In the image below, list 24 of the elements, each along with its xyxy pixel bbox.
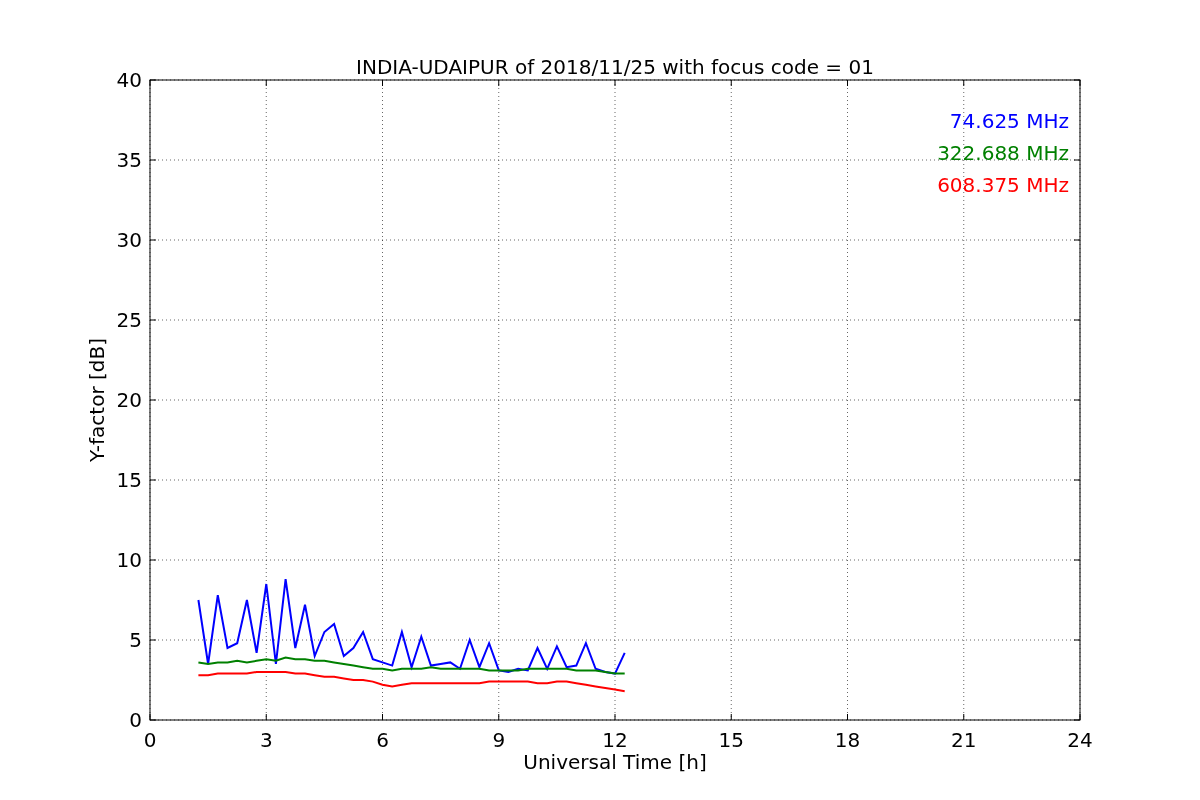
tick-label: 24 (1067, 728, 1093, 752)
legend-label: 608.375 MHz (937, 173, 1069, 197)
legend-label: 74.625 MHz (949, 109, 1069, 133)
tick-label: 25 (116, 308, 142, 332)
legend-label: 322.688 MHz (937, 141, 1069, 165)
tick-label: 18 (834, 728, 861, 752)
tick-label: 15 (718, 728, 744, 752)
tick-label: 0 (143, 728, 157, 752)
tick-label: 20 (116, 388, 142, 412)
tick-label: 35 (116, 148, 142, 172)
tick-label: 40 (116, 68, 142, 92)
tick-label: 5 (129, 628, 142, 652)
tick-label: 12 (602, 728, 628, 752)
tick-label: 30 (116, 228, 142, 252)
tick-label: 3 (259, 728, 273, 752)
tick-label: 15 (116, 468, 142, 492)
chart-title: INDIA-UDAIPUR of 2018/11/25 with focus code = 01 (356, 55, 874, 79)
x-axis-label: Universal Time [h] (523, 750, 707, 774)
y-axis-label: Y-factor [dB] (85, 338, 109, 462)
tick-label: 21 (951, 728, 977, 752)
tick-label: 6 (376, 728, 389, 752)
tick-label: 10 (116, 548, 142, 572)
tick-label: 0 (129, 708, 142, 732)
tick-label: 9 (492, 728, 506, 752)
